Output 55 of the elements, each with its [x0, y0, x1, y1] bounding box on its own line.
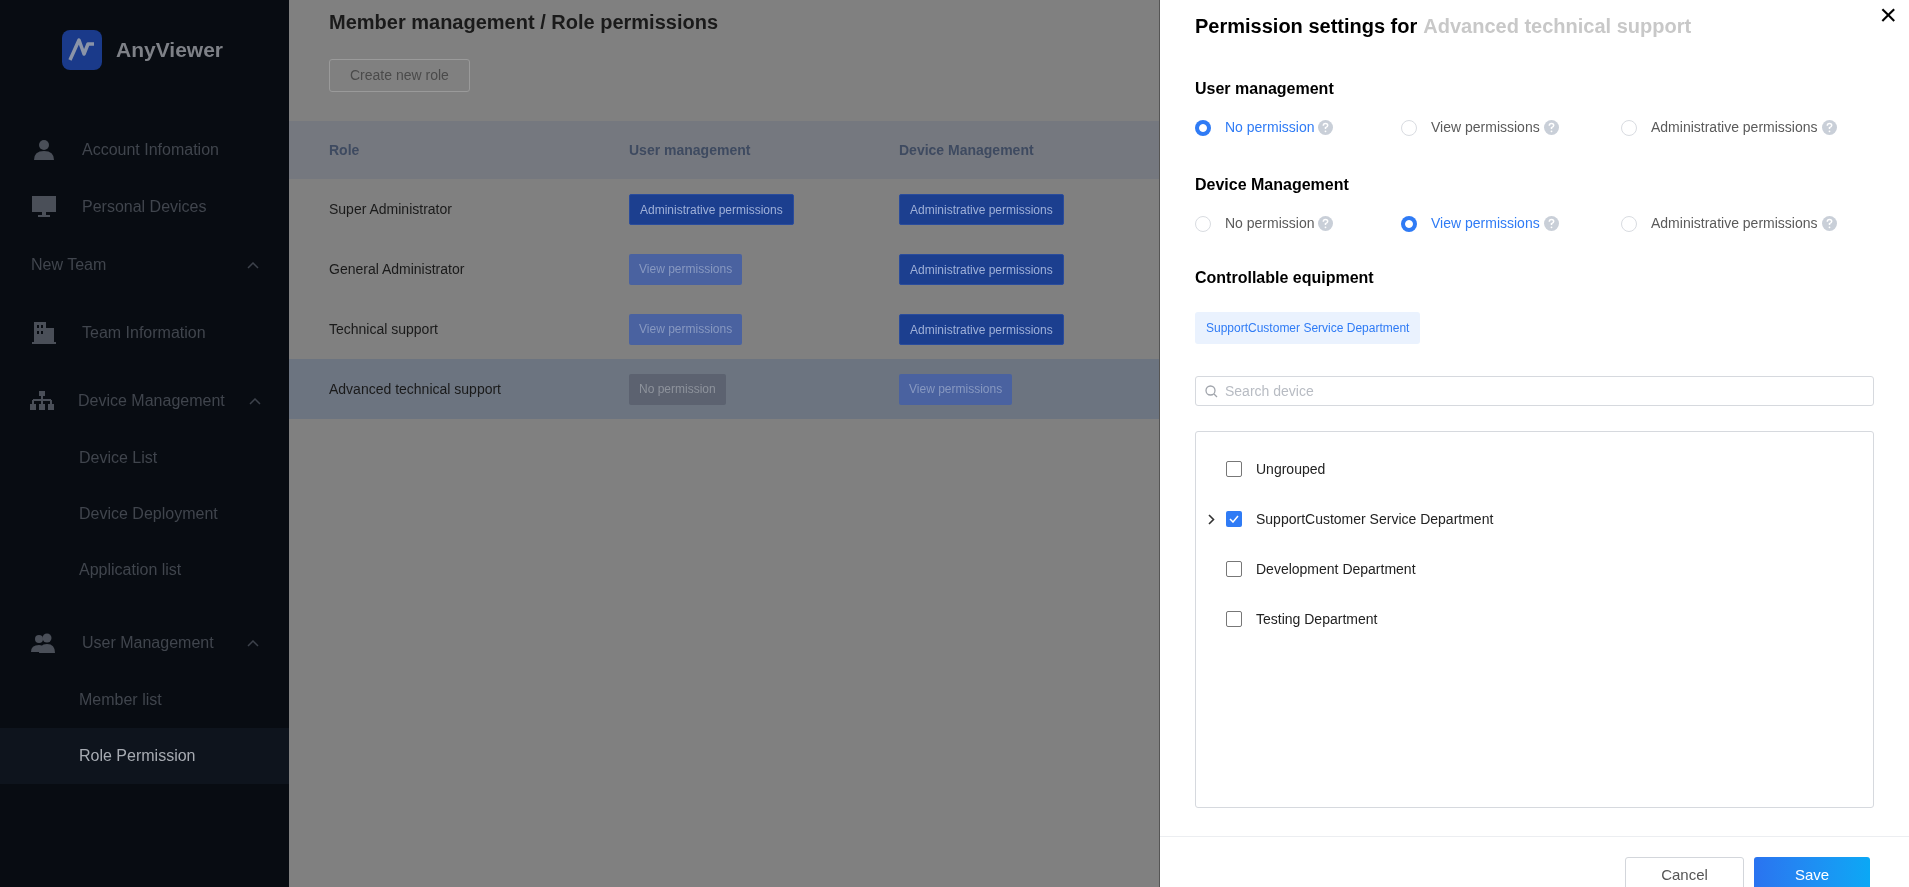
- drawer-title: Permission settings for: [1195, 14, 1418, 39]
- help-icon[interactable]: [1318, 216, 1334, 231]
- help-icon[interactable]: [1821, 120, 1837, 135]
- permission-badge: Administrative permissions: [629, 193, 794, 225]
- tree-item-label[interactable]: SupportCustomer Service Department: [1256, 508, 1494, 530]
- users-icon: [30, 633, 58, 653]
- radio-option[interactable]: Administrative permissions: [1621, 117, 1818, 138]
- check-icon: [1229, 515, 1239, 523]
- help-icon[interactable]: [1821, 216, 1837, 231]
- section-heading: User management: [1195, 79, 1335, 99]
- checkbox[interactable]: [1226, 611, 1242, 627]
- table-cell-text: General Administrator: [329, 259, 466, 279]
- table-row[interactable]: Super Administrator Administrative permissions Administrative permissions: [289, 179, 1159, 239]
- checkbox[interactable]: [1226, 511, 1242, 527]
- monitor-icon: [30, 196, 58, 218]
- permission-badge: Administrative permissions: [899, 193, 1064, 225]
- device-tag: SupportCustomer Service Department: [1195, 312, 1421, 344]
- permission-badge: View permissions: [629, 253, 743, 285]
- radio-option[interactable]: No permission: [1195, 117, 1315, 138]
- logo-icon: [62, 30, 102, 70]
- table-row[interactable]: Technical support View permissions Administrative permissions: [289, 299, 1159, 359]
- radio-option[interactable]: No permission: [1195, 213, 1315, 234]
- table-row[interactable]: General Administrator View permissions Administrative permissions: [289, 239, 1159, 299]
- tree-item-label[interactable]: Development Department: [1256, 558, 1416, 580]
- tree-item-label[interactable]: Ungrouped: [1256, 458, 1326, 480]
- page-title: Member management / Role permissions: [329, 10, 719, 34]
- save-button[interactable]: Save: [1754, 857, 1870, 887]
- logo-text: AnyViewer: [116, 37, 223, 64]
- column-header: Device Management: [899, 140, 1035, 160]
- radio-option[interactable]: View permissions: [1401, 117, 1540, 138]
- help-icon[interactable]: [1543, 216, 1559, 231]
- help-icon[interactable]: [1543, 120, 1559, 135]
- checkbox[interactable]: [1226, 561, 1242, 577]
- sidebar-subitem[interactable]: Role Permission: [0, 728, 289, 784]
- hierarchy-icon: [30, 391, 54, 411]
- permission-badge: Administrative permissions: [899, 253, 1064, 285]
- table-cell-text: Technical support: [329, 319, 439, 339]
- close-button[interactable]: ×: [1879, 0, 1897, 30]
- table-cell-text: Super Administrator: [329, 199, 453, 219]
- permission-badge: Administrative permissions: [899, 313, 1064, 345]
- search-field[interactable]: Search device: [1195, 376, 1874, 406]
- section-heading: Device Management: [1195, 175, 1350, 195]
- help-icon[interactable]: [1318, 120, 1334, 135]
- section-heading: Controllable equipment: [1195, 268, 1375, 288]
- table-cell-text: Advanced technical support: [329, 379, 502, 399]
- search-icon: [1205, 385, 1218, 398]
- column-header: User management: [629, 140, 752, 160]
- radio-option[interactable]: View permissions: [1401, 213, 1540, 234]
- permission-badge: View permissions: [899, 373, 1013, 405]
- permission-badge: View permissions: [629, 313, 743, 345]
- building-icon: [30, 322, 58, 344]
- radio-option[interactable]: Administrative permissions: [1621, 213, 1818, 234]
- checkbox[interactable]: [1226, 461, 1242, 477]
- cancel-button[interactable]: Cancel: [1625, 857, 1744, 887]
- tree-item-label[interactable]: Testing Department: [1256, 608, 1378, 630]
